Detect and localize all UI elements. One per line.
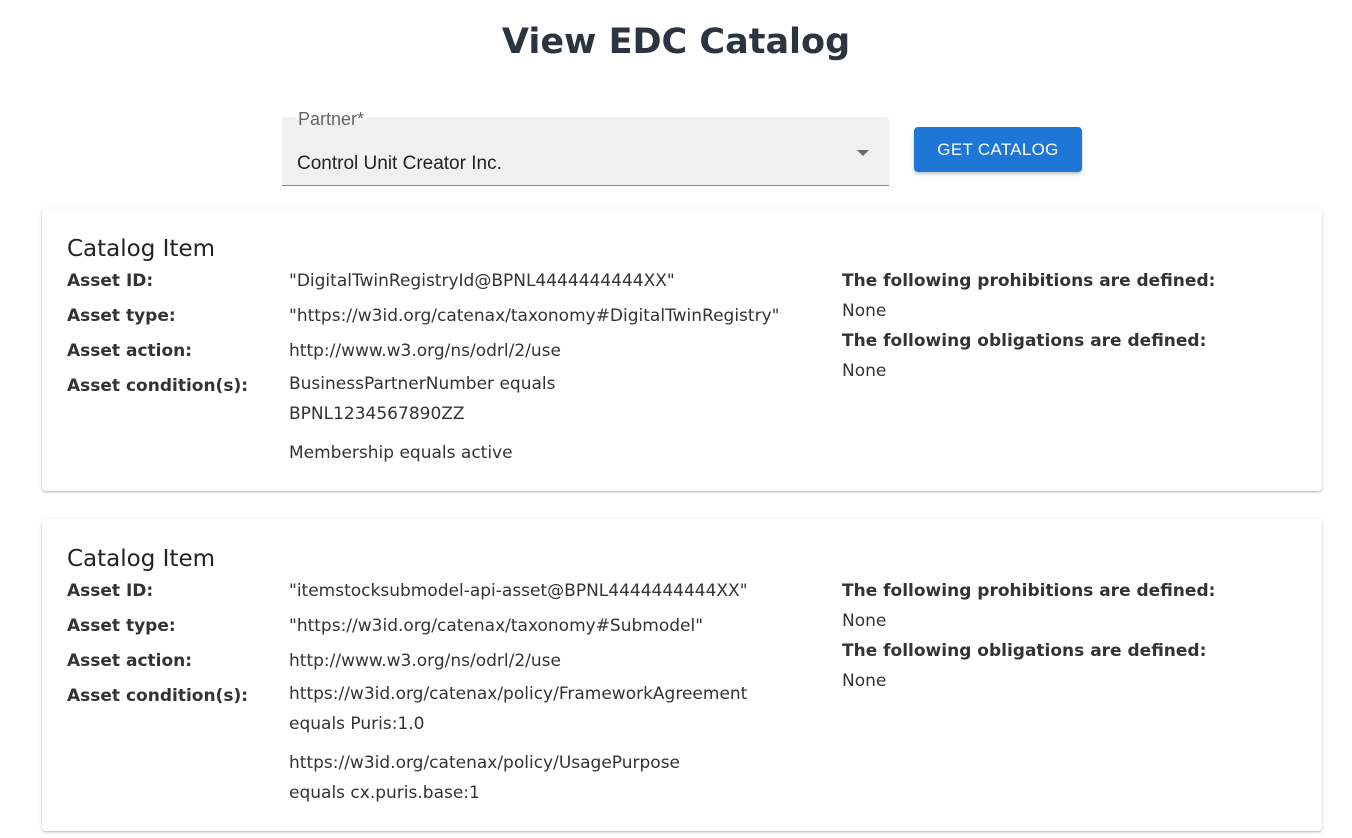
obligations-value: None xyxy=(842,361,887,381)
obligations-heading: The following obligations are defined: xyxy=(842,641,1207,661)
asset-id-value: "itemstocksubmodel-api-asset@BPNL4444444… xyxy=(289,581,748,601)
obligations-heading: The following obligations are defined: xyxy=(842,331,1207,351)
partner-select-label: Partner* xyxy=(296,109,367,130)
asset-conditions-label: Asset condition(s): xyxy=(67,376,249,396)
prohibitions-value: None xyxy=(842,301,887,321)
partner-select-value: Control Unit Creator Inc. xyxy=(297,153,502,174)
asset-action-label: Asset action: xyxy=(67,341,193,361)
asset-condition-item: https://w3id.org/catenax/policy/Framewor… xyxy=(289,684,748,734)
dropdown-arrow-icon[interactable] xyxy=(857,150,869,156)
asset-id-label: Asset ID: xyxy=(67,271,154,291)
asset-id-label: Asset ID: xyxy=(67,581,154,601)
asset-conditions-label: Asset condition(s): xyxy=(67,686,249,706)
asset-action-value: http://www.w3.org/ns/odrl/2/use xyxy=(289,341,561,361)
obligations-value: None xyxy=(842,671,887,691)
prohibitions-heading: The following prohibitions are defined: xyxy=(842,271,1216,291)
page-title: View EDC Catalog xyxy=(501,22,851,62)
asset-type-value: "https://w3id.org/catenax/taxonomy#Submo… xyxy=(289,616,704,636)
asset-condition-item: Membership equals active xyxy=(289,443,513,463)
prohibitions-value: None xyxy=(842,611,887,631)
asset-action-value: http://www.w3.org/ns/odrl/2/use xyxy=(289,651,561,671)
asset-condition-item: BusinessPartnerNumber equals BPNL1234567… xyxy=(289,374,556,424)
asset-type-value: "https://w3id.org/catenax/taxonomy#Digit… xyxy=(289,306,780,326)
catalog-item-card: Catalog Item Asset ID: "itemstocksubmode… xyxy=(42,519,1322,831)
asset-id-value: "DigitalTwinRegistryId@BPNL4444444444XX" xyxy=(289,271,675,291)
asset-condition-item: https://w3id.org/catenax/policy/UsagePur… xyxy=(289,753,681,803)
asset-type-label: Asset type: xyxy=(67,616,176,636)
prohibitions-heading: The following prohibitions are defined: xyxy=(842,581,1216,601)
catalog-item-card: Catalog Item Asset ID: "DigitalTwinRegis… xyxy=(42,209,1322,491)
catalog-item-title: Catalog Item xyxy=(67,236,215,262)
get-catalog-button[interactable]: GET CATALOG xyxy=(914,127,1082,172)
partner-select[interactable]: Partner* Control Unit Creator Inc. xyxy=(282,109,889,186)
asset-type-label: Asset type: xyxy=(67,306,176,326)
catalog-item-title: Catalog Item xyxy=(67,546,215,572)
asset-action-label: Asset action: xyxy=(67,651,193,671)
